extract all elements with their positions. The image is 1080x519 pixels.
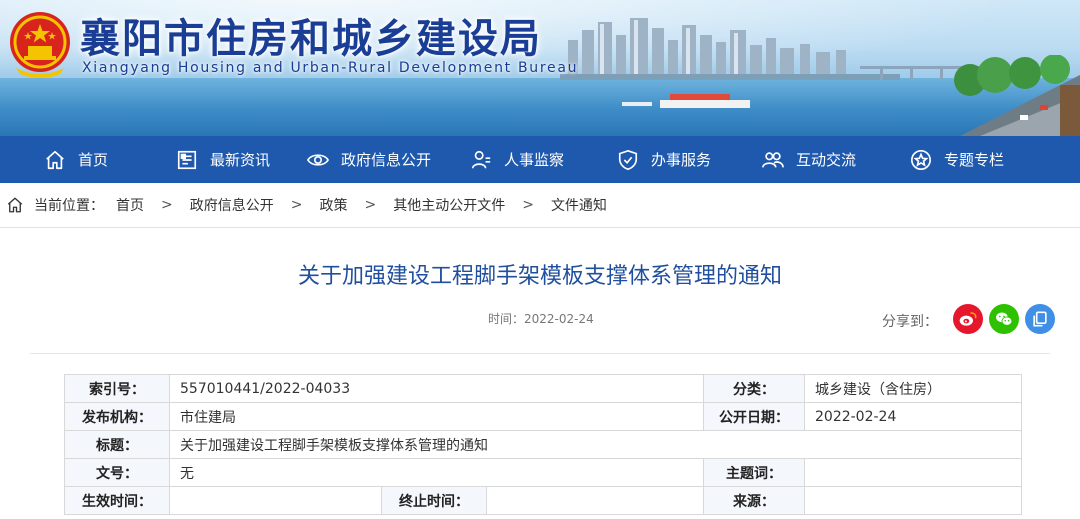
effective-time-label: 生效时间： bbox=[64, 486, 170, 515]
news-icon bbox=[177, 150, 197, 169]
index-label: 索引号： bbox=[64, 374, 170, 403]
eye-icon bbox=[307, 153, 329, 166]
article-title: 关于加强建设工程脚手架模板支撑体系管理的通知 bbox=[297, 264, 782, 289]
public-date-label: 公开日期： bbox=[703, 402, 805, 431]
table-row: 生效时间： 终止时间： 来源： bbox=[64, 486, 1022, 515]
nav-item-services[interactable]: 办事服务 bbox=[617, 136, 711, 183]
share-label: 分享到： bbox=[882, 314, 938, 330]
breadcrumb-separator: > bbox=[364, 197, 377, 213]
nav-item-label: 人事监察 bbox=[504, 151, 565, 169]
effective-time-value bbox=[169, 486, 382, 515]
site-title: 襄阳市住房和城乡建设局 bbox=[80, 16, 542, 62]
shield-icon bbox=[618, 149, 638, 170]
share-wechat-button[interactable] bbox=[989, 304, 1019, 334]
home-icon bbox=[7, 197, 23, 213]
main-nav: 首页 最新资讯 政府信息公开 人事监察 办事服务 互动交流 专题专栏 bbox=[0, 136, 1080, 183]
breadcrumb-item-notices[interactable]: 文件通知 bbox=[551, 195, 607, 215]
breadcrumb-separator: > bbox=[522, 197, 534, 213]
person-icon bbox=[471, 150, 491, 168]
doc-no-label: 文号： bbox=[64, 458, 170, 487]
nav-item-label: 专题专栏 bbox=[944, 151, 1005, 169]
publisher-label: 发布机构： bbox=[64, 402, 170, 431]
title-label: 标题： bbox=[64, 430, 170, 459]
breadcrumb-separator: > bbox=[161, 197, 173, 213]
nav-item-interaction[interactable]: 互动交流 bbox=[762, 136, 856, 183]
breadcrumb-item-home[interactable]: 首页 bbox=[116, 195, 144, 215]
public-date-value: 2022-02-24 bbox=[804, 402, 1022, 431]
nav-item-label: 政府信息公开 bbox=[341, 151, 432, 169]
breadcrumb-item-gov-info[interactable]: 政府信息公开 bbox=[190, 195, 274, 215]
home-icon bbox=[46, 150, 64, 169]
table-row: 发布机构： 市住建局 公开日期： 2022-02-24 bbox=[64, 402, 1022, 431]
nav-item-topics[interactable]: 专题专栏 bbox=[910, 136, 1004, 183]
keywords-value bbox=[804, 458, 1022, 487]
nav-item-label: 互动交流 bbox=[796, 151, 857, 169]
people-icon bbox=[762, 151, 784, 168]
nav-item-label: 首页 bbox=[78, 151, 109, 169]
category-value: 城乡建设（含住房） bbox=[804, 374, 1022, 403]
copy-icon bbox=[1033, 311, 1047, 327]
table-row: 标题： 关于加强建设工程脚手架模板支撑体系管理的通知 bbox=[64, 430, 1022, 459]
title-value: 关于加强建设工程脚手架模板支撑体系管理的通知 bbox=[169, 430, 1022, 459]
source-value bbox=[804, 486, 1022, 515]
table-row: 索引号： 557010441/2022-04033 分类： 城乡建设（含住房） bbox=[64, 374, 1022, 403]
index-value: 557010441/2022-04033 bbox=[169, 374, 704, 403]
nav-item-news[interactable]: 最新资讯 bbox=[176, 136, 270, 183]
publisher-value: 市住建局 bbox=[169, 402, 704, 431]
national-emblem-icon bbox=[10, 12, 70, 78]
star-icon bbox=[911, 149, 931, 170]
nav-item-label: 最新资讯 bbox=[210, 151, 271, 169]
breadcrumb-item-policy[interactable]: 政策 bbox=[319, 195, 347, 215]
header-banner: 襄阳市住房和城乡建设局 Xiangyang Housing and Urban-… bbox=[0, 0, 1080, 136]
article-time: 时间：2022-02-24 bbox=[488, 312, 594, 326]
keywords-label: 主题词： bbox=[703, 458, 805, 487]
header-divider bbox=[30, 353, 1050, 354]
nav-item-gov-info[interactable]: 政府信息公开 bbox=[307, 136, 431, 183]
nav-item-home[interactable]: 首页 bbox=[44, 136, 108, 183]
breadcrumb-prefix: 当前位置： bbox=[34, 198, 104, 214]
site-subtitle: Xiangyang Housing and Urban-Rural Develo… bbox=[82, 60, 579, 76]
doc-no-value: 无 bbox=[169, 458, 704, 487]
breadcrumb: 当前位置： 首页 > 政府信息公开 > 政策 > 其他主动公开文件 > 文件通知 bbox=[0, 183, 1080, 228]
source-label: 来源： bbox=[703, 486, 805, 515]
end-time-value bbox=[486, 486, 704, 515]
table-row: 文号： 无 主题词： bbox=[64, 458, 1022, 487]
wechat-icon bbox=[996, 312, 1013, 326]
breadcrumb-separator: > bbox=[290, 197, 303, 213]
share-copy-button[interactable] bbox=[1025, 304, 1055, 334]
riverbank-image bbox=[954, 55, 1080, 136]
weibo-icon bbox=[959, 312, 977, 326]
nav-item-personnel[interactable]: 人事监察 bbox=[470, 136, 564, 183]
end-time-label: 终止时间： bbox=[381, 486, 487, 515]
breadcrumb-item-other-files[interactable]: 其他主动公开文件 bbox=[393, 195, 505, 215]
share-weibo-button[interactable] bbox=[953, 304, 983, 334]
nav-item-label: 办事服务 bbox=[651, 151, 712, 169]
category-label: 分类： bbox=[703, 374, 805, 403]
document-info-table: 索引号： 557010441/2022-04033 分类： 城乡建设（含住房） … bbox=[64, 374, 1022, 515]
